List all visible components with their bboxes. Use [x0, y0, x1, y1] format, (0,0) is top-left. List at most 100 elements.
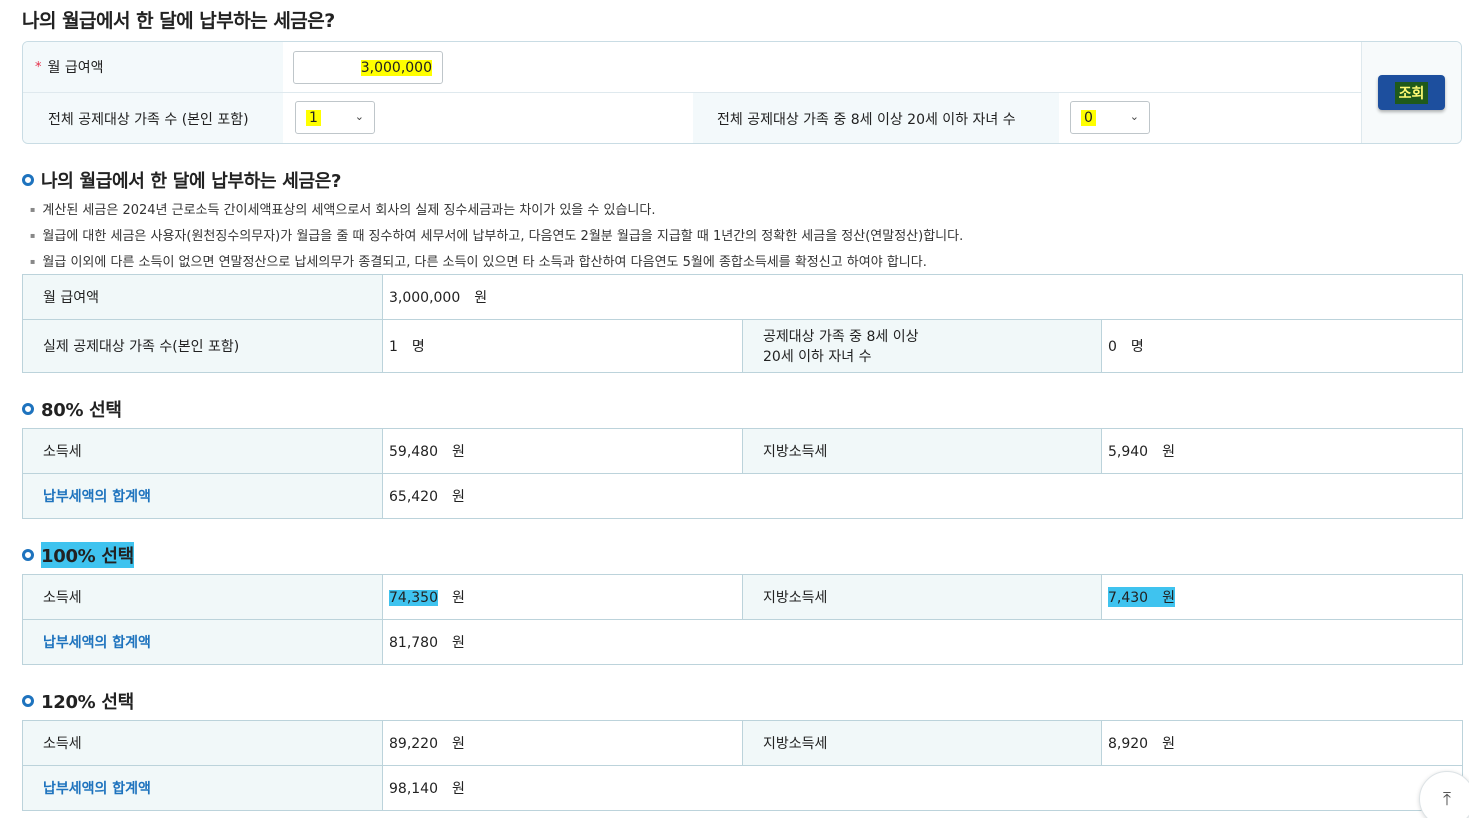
income-tax-label: 소득세: [22, 720, 383, 766]
table-row: 월 급여액 3,000,000 원: [22, 274, 1464, 320]
total-label-cell: 납부세액의 합계액: [22, 473, 383, 519]
local-tax-label: 지방소득세: [742, 720, 1102, 766]
children-label: 전체 공제대상 가족 중 8세 이상 20세 이하 자녀 수: [717, 112, 1016, 128]
income-tax-cell: 89,220 원: [382, 720, 743, 766]
unit: 원: [452, 489, 465, 505]
table-row: 소득세 59,480 원 지방소득세 5,940 원: [22, 428, 1463, 474]
total-cell: 65,420 원: [382, 473, 1463, 519]
salary-label: 월 급여액: [47, 60, 104, 76]
unit: 원: [1162, 736, 1175, 752]
option-100-table: 소득세 74,350 원 지방소득세 7,430 원 납부세액의 합계액 81,78…: [22, 574, 1463, 665]
total-label: 납부세액의 합계액: [43, 781, 151, 797]
unit: 원: [474, 290, 488, 306]
income-tax-value: 59,480: [389, 444, 438, 460]
total-cell: 81,780 원: [382, 619, 1463, 665]
children-label: 공제대상 가족 중 8세 이상 20세 이하 자녀 수: [742, 319, 1102, 373]
family-label: 실제 공제대상 가족 수(본인 포함): [22, 319, 383, 373]
arrow-up-icon: ⤒: [1443, 788, 1451, 810]
unit: 원: [452, 590, 465, 606]
unit: 원: [452, 635, 465, 651]
note-item: 월급에 대한 세금은 사용자(원천징수의무자)가 월급을 줄 때 징수하여 세무…: [30, 224, 963, 250]
notes-list: 계산된 세금은 2024년 근로소득 간이세액표상의 세액으로서 회사의 실제 …: [30, 198, 963, 276]
income-tax-label: 소득세: [22, 428, 383, 474]
local-tax-label: 지방소득세: [742, 428, 1102, 474]
local-tax-cell: 5,940 원: [1101, 428, 1463, 474]
table-row: 소득세 74,350 원 지방소득세 7,430 원: [22, 574, 1463, 620]
option-title-text: 120% 선택: [41, 692, 134, 713]
table-row: 납부세액의 합계액 98,140 원: [22, 765, 1463, 811]
search-button-label: 조회: [1394, 81, 1429, 104]
page-title: 나의 월급에서 한 달에 납부하는 세금은?: [22, 10, 335, 32]
family-label: 전체 공제대상 가족 수 (본인 포함): [48, 112, 249, 128]
family-label-cell: 전체 공제대상 가족 수 (본인 포함): [23, 93, 283, 143]
children-value: 0: [1108, 339, 1117, 355]
income-tax-label: 소득세: [22, 574, 383, 620]
note-item: 월급 이외에 다른 소득이 없으면 연말정산으로 납세의무가 종결되고, 다른 …: [30, 250, 963, 276]
income-tax-value: 89,220: [389, 736, 438, 752]
local-tax-cell: 7,430 원: [1101, 574, 1463, 620]
total-value: 65,420: [389, 489, 438, 505]
circle-bullet-icon: [22, 403, 34, 415]
family-count-select[interactable]: 1 ⌄: [295, 101, 375, 134]
search-button[interactable]: 조회: [1378, 75, 1445, 110]
salary-value-cell: 3,000,000 원: [381, 274, 1464, 320]
search-form: * 월 급여액 3,000,000 전체 공제대상 가족 수 (본인 포함) 1…: [22, 41, 1462, 144]
local-tax-cell: 8,920 원: [1101, 720, 1463, 766]
unit: 명: [1130, 339, 1144, 355]
income-tax-value: 74,350: [389, 590, 438, 606]
total-value: 98,140: [389, 781, 438, 797]
table-row: 납부세액의 합계액 81,780 원: [22, 619, 1463, 665]
income-tax-cell: 74,350 원: [382, 574, 743, 620]
local-tax-label: 지방소득세: [742, 574, 1102, 620]
table-row: 실제 공제대상 가족 수(본인 포함) 1명 공제대상 가족 중 8세 이상 2…: [22, 319, 1464, 373]
result-summary-table: 월 급여액 3,000,000 원 실제 공제대상 가족 수(본인 포함) 1명 …: [22, 274, 1464, 373]
local-tax-value: 8,920: [1108, 736, 1149, 752]
unit: 명: [411, 339, 425, 355]
local-tax-value: 7,430: [1108, 590, 1149, 606]
income-tax-cell: 59,480 원: [382, 428, 743, 474]
children-count-value: 0: [1081, 109, 1096, 126]
total-label: 납부세액의 합계액: [43, 635, 151, 651]
circle-bullet-icon: [22, 695, 34, 707]
total-label-cell: 납부세액의 합계액: [22, 619, 383, 665]
family-value: 1: [389, 339, 398, 355]
total-value: 81,780: [389, 635, 438, 651]
family-count-value: 1: [306, 109, 321, 126]
local-tax-value: 5,940: [1108, 444, 1149, 460]
local-tax-highlight: 7,430 원: [1108, 587, 1175, 607]
result-section-title: 나의 월급에서 한 달에 납부하는 세금은?: [22, 167, 341, 193]
option-title-text: 80% 선택: [41, 400, 122, 421]
total-label: 납부세액의 합계액: [43, 489, 151, 505]
table-row: 납부세액의 합계액 65,420 원: [22, 473, 1463, 519]
children-label-line1: 공제대상 가족 중 8세 이상: [763, 329, 919, 345]
unit: 원: [1162, 590, 1175, 606]
circle-bullet-icon: [22, 549, 34, 561]
salary-input[interactable]: 3,000,000: [293, 51, 443, 84]
total-cell: 98,140 원: [382, 765, 1463, 811]
scroll-top-button[interactable]: ⤒: [1419, 771, 1469, 818]
unit: 원: [452, 736, 465, 752]
table-row: 소득세 89,220 원 지방소득세 8,920 원: [22, 720, 1463, 766]
unit: 원: [1162, 444, 1175, 460]
children-label-line2: 20세 이하 자녀 수: [763, 349, 872, 365]
salary-label: 월 급여액: [22, 274, 383, 320]
unit: 원: [452, 444, 465, 460]
children-label-cell: 전체 공제대상 가족 중 8세 이상 20세 이하 자녀 수: [693, 93, 1059, 143]
button-area: 조회: [1361, 42, 1461, 143]
note-item: 계산된 세금은 2024년 근로소득 간이세액표상의 세액으로서 회사의 실제 …: [30, 198, 963, 224]
children-value-cell: 0명: [1100, 319, 1464, 373]
result-title-text: 나의 월급에서 한 달에 납부하는 세금은?: [41, 171, 342, 192]
total-label-cell: 납부세액의 합계액: [22, 765, 383, 811]
unit: 원: [452, 781, 465, 797]
option-120-title: 120% 선택: [22, 688, 134, 714]
option-100-title: 100% 선택: [22, 542, 134, 568]
chevron-down-icon: ⌄: [1129, 110, 1139, 123]
children-count-select[interactable]: 0 ⌄: [1070, 101, 1150, 134]
family-value-cell: 1명: [382, 319, 743, 373]
option-80-title: 80% 선택: [22, 396, 122, 422]
option-120-table: 소득세 89,220 원 지방소득세 8,920 원 납부세액의 합계액 98,14…: [22, 720, 1463, 811]
salary-value: 3,000,000: [389, 290, 461, 306]
salary-label-cell: * 월 급여액: [23, 42, 283, 92]
salary-input-value: 3,000,000: [360, 59, 432, 76]
required-mark: *: [35, 59, 42, 75]
